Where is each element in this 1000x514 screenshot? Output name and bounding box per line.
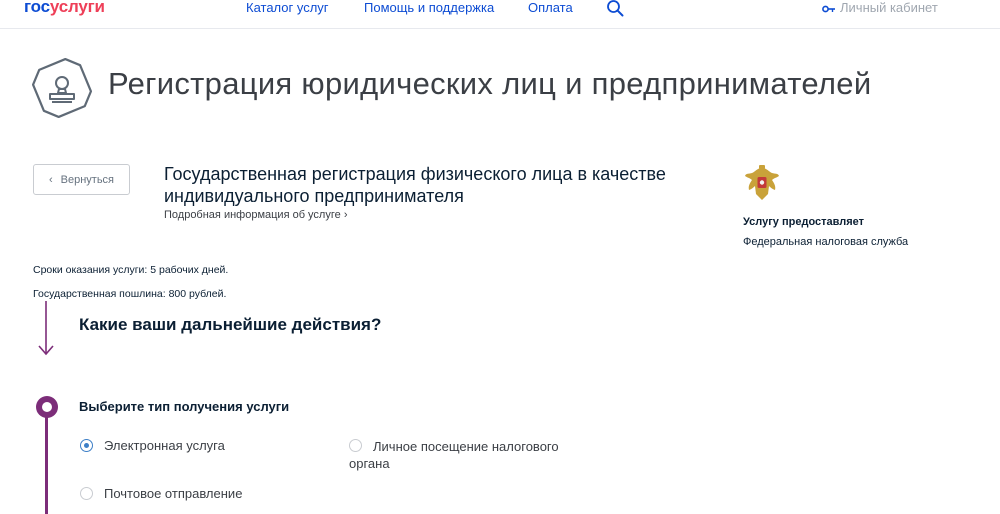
radio-label: Электронная услуга xyxy=(104,438,225,453)
chevron-left-icon: ‹ xyxy=(48,173,53,186)
step-indicator xyxy=(36,396,58,418)
logo-part-uslugi: услуги xyxy=(49,0,105,16)
radio-electronic-service[interactable]: Электронная услуга xyxy=(80,438,225,453)
personal-cabinet-link[interactable]: Личный кабинет xyxy=(822,0,938,15)
cabinet-label: Личный кабинет xyxy=(840,0,938,15)
search-icon[interactable] xyxy=(606,0,624,17)
stamp-icon xyxy=(32,58,92,118)
nav-help[interactable]: Помощь и поддержка xyxy=(364,0,494,15)
provider-label: Услугу предоставляет xyxy=(743,216,865,228)
gosuslugi-logo[interactable]: госуслуги xyxy=(24,0,105,17)
emblem-icon xyxy=(745,165,779,200)
top-header: госуслуги Каталог услуг Помощь и поддерж… xyxy=(0,0,1000,29)
step-title: Выберите тип получения услуги xyxy=(79,399,290,414)
service-title: Государственная регистрация физического … xyxy=(164,164,666,206)
arrow-down-icon xyxy=(38,301,54,356)
radio-circle[interactable] xyxy=(349,439,362,452)
key-icon xyxy=(822,5,835,12)
radio-label: Личное посещение налогового органа xyxy=(349,439,559,471)
back-button[interactable]: ‹ Вернуться xyxy=(33,164,130,195)
service-details-label: Подробная информация об услуге xyxy=(164,209,341,221)
question-heading: Какие ваши дальнейшие действия? xyxy=(79,315,382,334)
radio-circle[interactable] xyxy=(80,487,93,500)
back-label: Вернуться xyxy=(60,173,115,186)
page-title: Регистрация юридических лиц и предприним… xyxy=(108,66,872,101)
service-details-link[interactable]: Подробная информация об услуге › xyxy=(164,209,347,221)
logo-part-gos: гос xyxy=(24,0,50,16)
provider-name: Федеральная налоговая служба xyxy=(743,236,909,248)
nav-payment[interactable]: Оплата xyxy=(528,0,573,15)
radio-postal-delivery[interactable]: Почтовое отправление xyxy=(80,486,242,501)
radio-personal-visit[interactable]: Личное посещение налогового органа xyxy=(349,438,589,472)
radio-circle-selected[interactable] xyxy=(80,439,93,452)
nav-catalog[interactable]: Каталог услуг xyxy=(246,0,329,15)
state-fee: Государственная пошлина: 800 рублей. xyxy=(33,288,227,300)
radio-label: Почтовое отправление xyxy=(104,486,243,501)
chevron-right-icon: › xyxy=(343,209,348,221)
service-term: Сроки оказания услуги: 5 рабочих дней. xyxy=(33,264,229,276)
